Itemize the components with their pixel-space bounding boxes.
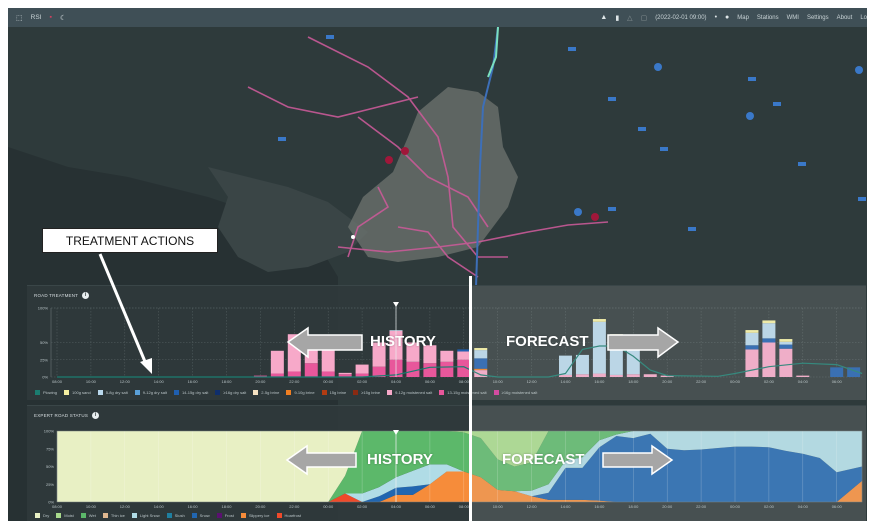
forecast-label-2: FORECAST: [502, 451, 585, 468]
history-arrow-1: [286, 326, 363, 359]
treatment-actions-callout: TREATMENT ACTIONS: [42, 228, 218, 253]
now-divider-line: [469, 276, 472, 521]
callout-arrow: [98, 253, 680, 476]
forecast-arrow-2: [602, 444, 674, 476]
forecast-label-1: FORECAST: [506, 333, 589, 350]
history-label-2: HISTORY: [367, 451, 433, 468]
forecast-arrow-1: [607, 326, 680, 359]
history-label-1: HISTORY: [370, 333, 436, 350]
history-arrow-2: [285, 444, 357, 476]
